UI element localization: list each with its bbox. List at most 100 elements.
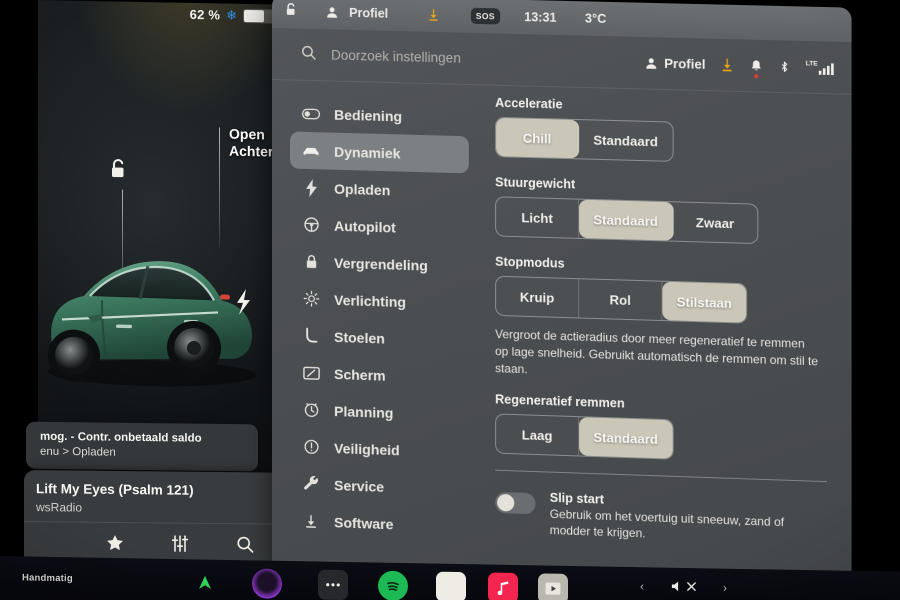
temperature-label: 3°C [584,11,607,27]
stuurgewicht-option-zwaar[interactable]: Zwaar [673,202,757,243]
sidebar-item-label: Autopilot [334,217,396,236]
download-icon[interactable] [720,57,735,73]
favorite-icon[interactable] [105,532,125,552]
sidebar-item-dynamiek[interactable]: Dynamiek [290,131,469,174]
sidebar-item-veiligheid[interactable]: Veiligheid [290,428,469,471]
sidebar-item-verlichting[interactable]: Verlichting [290,280,469,323]
stuurgewicht-label: Stuurgewicht [495,175,576,192]
lte-label: LTE [805,59,818,68]
sidebar-item-label: Stoelen [334,328,385,347]
unlock-icon[interactable] [108,156,130,185]
equalizer-icon[interactable] [170,533,190,553]
regeneratief-label: Regeneratief remmen [495,392,625,411]
music-app-icon[interactable] [488,572,518,600]
stopmodus-segmented-control: Kruip Rol Stilstaan [495,275,748,324]
chevron-right-icon[interactable]: › [723,580,727,594]
charge-alert-line2: enu > Opladen [40,445,116,459]
bell-icon[interactable] [749,57,763,78]
sidebar-item-vergrendeling[interactable]: Vergrendeling [290,243,469,285]
settings-panel: Profiel SOS 13:31 3°C Profiel [272,0,852,594]
vehicle-status-row: 62 % ❄ [190,7,282,24]
acceleratie-option-chill[interactable]: Chill [496,117,580,159]
snowflake-icon: ❄ [226,7,237,23]
acceleratie-label: Acceleratie [495,95,563,112]
bluetooth-icon[interactable] [778,58,791,75]
regeneratief-option-standaard[interactable]: Standaard [579,417,673,459]
volume-muted-icon[interactable] [670,579,697,594]
sidebar-item-label: Dynamiek [334,143,401,162]
sidebar-item-label: Bediening [334,106,403,124]
sidebar-item-software[interactable]: Software [290,502,469,545]
sidebar-item-stoelen[interactable]: Stoelen [290,317,469,360]
statusbar-profile-label[interactable]: Profiel [349,6,388,21]
camera-app-icon[interactable] [252,568,282,599]
sidebar-item-label: Service [334,476,385,495]
vehicle-pane: 62 % ❄ Open Achterbak mog. - Contr. onbe… [24,0,312,573]
media-station-name: wsRadio [36,500,83,515]
sidebar-item-opladen[interactable]: Opladen [290,168,469,210]
download-icon[interactable] [426,8,440,22]
settings-body: Bediening Dynamiek Opladen Autopilot Ver… [272,80,852,593]
sidebar-item-label: Software [334,513,394,532]
navigation-app-icon[interactable] [190,567,220,598]
acceleratie-option-standaard[interactable]: Standaard [579,120,672,161]
search-icon [300,43,317,65]
acceleratie-segmented-control: Chill Standaard [495,116,674,162]
sidebar-item-label: Vergrendeling [334,254,428,274]
sidebar-item-label: Scherm [334,365,386,384]
toggle-knob [497,494,515,512]
spotify-app-icon[interactable] [378,570,408,600]
display-icon [302,365,320,380]
slip-start-description: Gebruik om het voertuig uit sneeuw, zand… [549,507,785,541]
sos-button[interactable]: SOS [470,7,500,25]
header-status-icons: Profiel LTE [644,55,835,78]
stuurgewicht-option-licht[interactable]: Licht [496,197,580,238]
person-icon [325,5,339,19]
lock-icon [302,253,320,271]
sidebar-item-autopilot[interactable]: Autopilot [290,206,469,248]
stuurgewicht-option-standaard[interactable]: Standaard [579,199,674,241]
stopmodus-option-rol[interactable]: Rol [579,279,663,321]
sidebar-item-service[interactable]: Service [290,465,469,508]
profile-button[interactable]: Profiel [644,55,706,72]
sidebar-item-bediening[interactable]: Bediening [290,94,469,136]
exclamation-icon [302,438,320,456]
dots-app-icon[interactable] [318,569,348,600]
card-app-icon[interactable] [436,571,466,600]
search-input[interactable] [331,47,644,71]
slip-start-toggle[interactable] [495,492,536,515]
sidebar-item-scherm[interactable]: Scherm [290,354,469,397]
regeneratief-option-laag[interactable]: Laag [496,414,580,456]
charge-alert-line1: mog. - Contr. onbetaald saldo [40,430,202,445]
charge-alert-card[interactable]: mog. - Contr. onbetaald saldo enu > Opla… [26,421,258,472]
toggle-icon [302,107,320,119]
sidebar-item-label: Planning [334,402,394,421]
video-app-icon[interactable] [538,573,568,600]
chevron-left-icon[interactable]: ‹ [640,579,644,593]
vehicle-illustration [48,261,256,387]
sidebar-item-label: Verlichting [334,291,406,310]
stopmodus-option-stilstaan[interactable]: Stilstaan [662,281,747,323]
stopmodus-option-kruip[interactable]: Kruip [496,276,580,318]
settings-sidebar: Bediening Dynamiek Opladen Autopilot Ver… [272,80,481,580]
section-divider [495,469,827,483]
battery-percent-label: 62 % [189,6,221,23]
sidebar-item-planning[interactable]: Planning [290,391,469,434]
settings-content: Acceleratie Chill Standaard Stuurgewicht… [481,85,852,593]
sidebar-item-label: Veiligheid [334,439,400,458]
stuurgewicht-segmented-control: Licht Standaard Zwaar [495,196,758,245]
volume-controls: ‹ › [640,578,727,595]
car-icon [302,144,320,157]
profile-label: Profiel [664,55,706,72]
media-track-title: Lift My Eyes (Psalm 121) [36,481,194,498]
slip-start-row: Slip start Gebruik om het voertuig uit s… [495,489,827,549]
tesla-touchscreen: 62 % ❄ Open Achterbak mog. - Contr. onbe… [0,0,900,600]
download-icon [302,513,320,530]
unlock-icon[interactable] [284,1,299,22]
stopmodus-label: Stopmodus [495,254,565,271]
bolt-icon [302,178,320,197]
clock-label: 13:31 [524,10,557,25]
drive-mode-label: Handmatig [22,572,73,585]
sun-icon [302,290,320,308]
search-icon[interactable] [235,534,255,554]
